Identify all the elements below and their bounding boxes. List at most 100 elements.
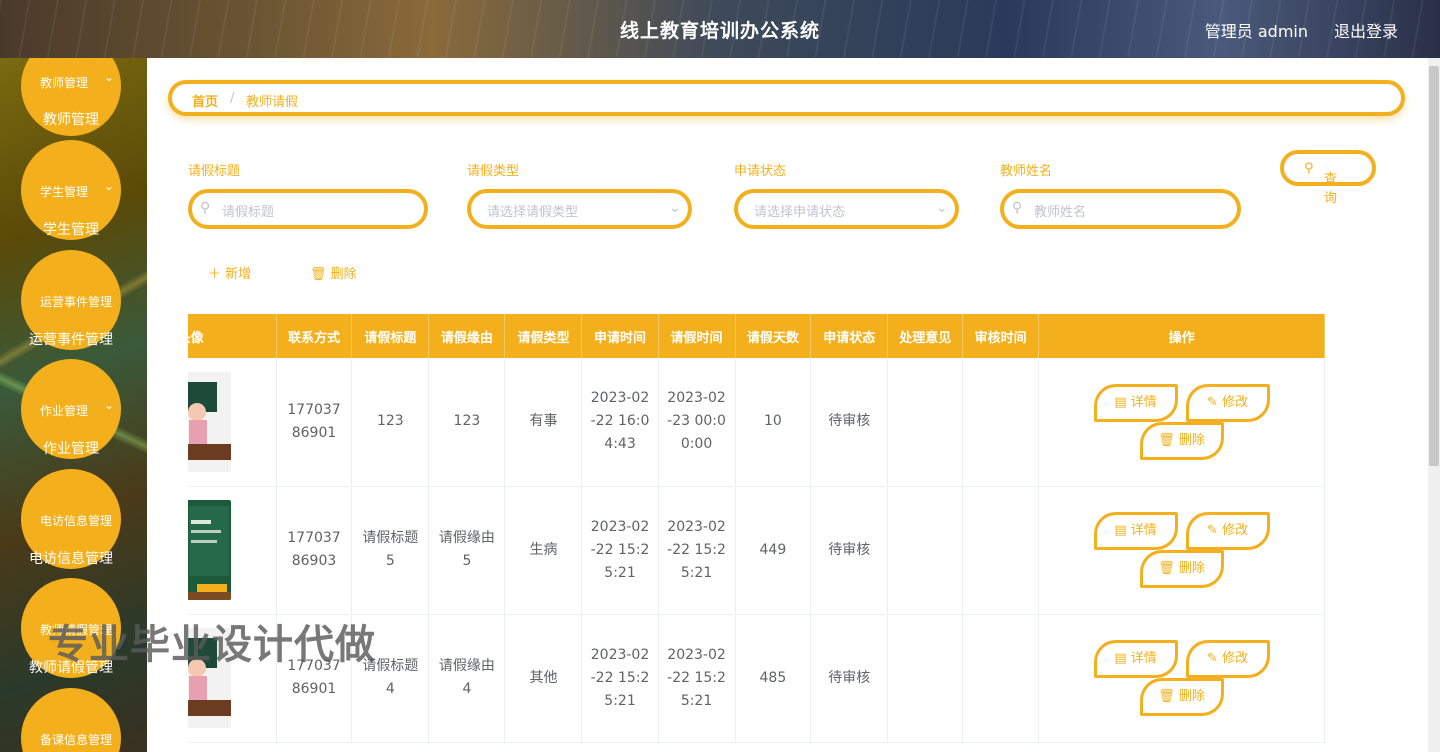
col-header: 处理意见 (887, 314, 964, 358)
menu-group-label: 学生管理 (40, 185, 89, 199)
chevron-down-icon: ⌄ (669, 200, 681, 216)
col-header: 联系方式 (276, 314, 353, 358)
avatar-cell (188, 358, 277, 487)
days-cell: 449 (735, 486, 812, 615)
phone-cell: 17703786901 (276, 358, 353, 487)
avatar-cell (188, 486, 277, 615)
trash-icon: 🗑 (1158, 561, 1175, 576)
document-icon: ▤ (1114, 651, 1127, 666)
delete-button-label: 删除 (330, 267, 357, 282)
sidebar-item-lesson-prep[interactable]: 备课信息管理 (0, 688, 147, 752)
days-cell: 485 (735, 614, 812, 743)
reason-cell: 123 (428, 358, 506, 487)
menu-group-label: 电访信息管理 (40, 514, 113, 528)
document-icon: ▤ (1114, 523, 1127, 538)
delete-button[interactable]: 🗑 删除 (1139, 421, 1224, 460)
apply-status-label: 申请状态 (734, 164, 787, 179)
menu-group-label: 作业管理 (40, 404, 89, 418)
search-icon: ⚲ (1012, 200, 1023, 216)
detail-button[interactable]: ▤ 详情 (1093, 512, 1178, 550)
detail-button[interactable]: ▤ 详情 (1093, 640, 1178, 678)
audit-time-cell (962, 486, 1040, 615)
title-cell: 123 (351, 358, 430, 487)
trash-icon: 🗑 (1158, 689, 1175, 704)
col-header: 请假类型 (504, 314, 583, 358)
phone-cell: 17703786903 (276, 486, 353, 615)
submenu-operations[interactable]: 运营事件管理 (0, 329, 142, 349)
add-button-label: 新增 (225, 267, 252, 282)
days-cell: 10 (735, 358, 812, 487)
edit-button[interactable]: ✎ 修改 (1185, 512, 1270, 550)
edit-button[interactable]: ✎ 修改 (1185, 640, 1270, 678)
menu-group-label: 运营事件管理 (40, 295, 113, 309)
leave-title-placeholder: 请假标题 (222, 205, 275, 220)
add-button[interactable]: ＋ 新增 (208, 263, 251, 282)
actions-cell: ▤ 详情 ✎ 修改🗑 删除 (1038, 358, 1325, 487)
chevron-down-icon: ⌄ (936, 200, 948, 216)
sidebar-item-student[interactable]: 学生管理 ⌄ 学生管理 (0, 140, 147, 240)
delete-button[interactable]: 🗑 删除 (1139, 678, 1224, 716)
submenu-phone-visit[interactable]: 电访信息管理 (0, 548, 142, 568)
sidebar-item-phone-visit[interactable]: 电访信息管理 电访信息管理 (0, 469, 147, 569)
pencil-icon: ✎ (1207, 394, 1218, 410)
opinion-cell (887, 358, 964, 487)
submenu-student[interactable]: 学生管理 (0, 219, 142, 239)
audit-time-cell (962, 358, 1040, 487)
avatar (188, 371, 231, 472)
apply-time-cell: 2023-02-22 15:25:21 (581, 614, 659, 743)
opinion-cell (887, 486, 964, 615)
col-header: 申请状态 (810, 314, 889, 358)
submenu-homework[interactable]: 作业管理 (0, 438, 142, 458)
sidebar-item-homework[interactable]: 作业管理 ⌄ 作业管理 (0, 359, 147, 459)
delete-button[interactable]: 🗑 删除 (1139, 550, 1224, 588)
apply-time-cell: 2023-02-22 15:25:21 (581, 486, 659, 615)
status-cell: 待审核 (810, 486, 889, 615)
query-button-label: 查询 ⚲ (1304, 161, 1338, 206)
teacher-name-label: 教师姓名 (1000, 164, 1053, 179)
col-header: 请假标题 (351, 314, 430, 358)
col-header: 请假天数 (735, 314, 812, 358)
leave-time-cell: 2023-02-23 00:00:00 (658, 358, 736, 487)
leave-type-label: 请假类型 (467, 164, 520, 179)
breadcrumb-current: 教师请假 (246, 95, 299, 110)
chevron-down-icon: ⌄ (104, 70, 115, 84)
type-cell: 有事 (504, 358, 583, 487)
status-cell: 待审核 (810, 358, 889, 487)
page-scrollbar-thumb[interactable] (1429, 66, 1439, 466)
search-icon: ⚲ (200, 200, 211, 216)
table-header-row: 头像 联系方式 请假标题 请假缘由 请假类型 申请时间 请假时间 请假天数 申请… (188, 314, 1325, 358)
submenu-teacher[interactable]: 教师管理 (0, 109, 142, 129)
menu-group-label: 备课信息管理 (40, 733, 113, 747)
col-header: 审核时间 (962, 314, 1040, 358)
leave-time-cell: 2023-02-22 15:25:21 (658, 486, 736, 615)
chevron-down-icon: ⌄ (104, 179, 115, 193)
actions-cell: ▤ 详情 ✎ 修改🗑 删除 (1038, 614, 1325, 743)
batch-delete-button[interactable]: 🗑 删除 (310, 263, 357, 282)
teacher-name-input[interactable]: ⚲ 教师姓名 (1000, 189, 1241, 229)
pencil-icon: ✎ (1207, 523, 1218, 538)
apply-status-placeholder: 请选择申请状态 (754, 205, 846, 220)
leave-time-cell: 2023-02-22 15:25:21 (658, 614, 736, 743)
col-header: 请假时间 (658, 314, 736, 358)
logout-link[interactable]: 退出登录 (1334, 18, 1398, 42)
leave-table: 头像 联系方式 请假标题 请假缘由 请假类型 申请时间 请假时间 请假天数 申请… (188, 314, 1386, 752)
apply-time-cell: 2023-02-22 16:04:43 (581, 358, 659, 487)
type-cell: 其他 (504, 614, 583, 743)
leave-type-select[interactable]: 请选择请假类型 ⌄ (467, 189, 692, 229)
leave-title-input[interactable]: ⚲ 请假标题 (188, 189, 428, 229)
apply-status-select[interactable]: 请选择申请状态 ⌄ (734, 189, 959, 229)
edit-button[interactable]: ✎ 修改 (1185, 383, 1270, 422)
pencil-icon: ✎ (1207, 651, 1218, 666)
sidebar-item-operations[interactable]: 运营事件管理 运营事件管理 (0, 250, 147, 350)
query-button[interactable]: 查询 ⚲ (1280, 150, 1376, 206)
menu-group-label: 教师管理 (40, 76, 89, 90)
breadcrumb-home[interactable]: 首页 (192, 91, 218, 110)
type-cell: 生病 (504, 486, 583, 615)
breadcrumb: 首页 / 教师请假 (168, 80, 1405, 116)
current-user: 管理员 admin (1204, 22, 1308, 41)
col-header: 操作 (1038, 314, 1325, 358)
table-row: 17703786901 123 123 有事 2023-02-22 16:04:… (188, 358, 1325, 487)
actions-cell: ▤ 详情 ✎ 修改🗑 删除 (1038, 486, 1325, 615)
detail-button[interactable]: ▤ 详情 (1093, 383, 1178, 422)
teacher-name-placeholder: 教师姓名 (1034, 205, 1087, 220)
